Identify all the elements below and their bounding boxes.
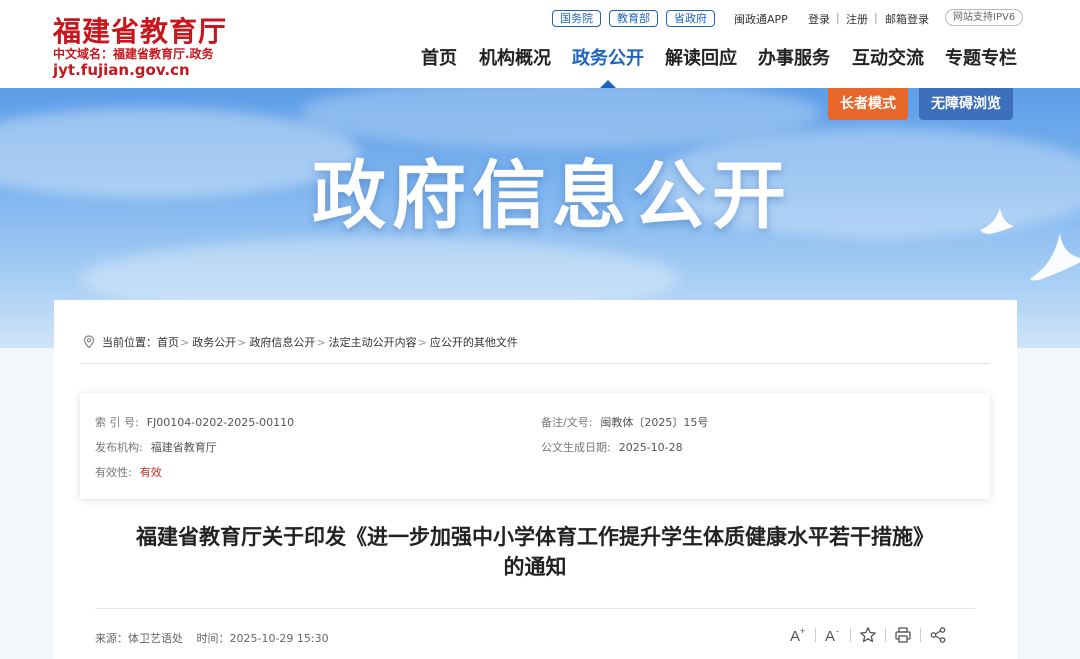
active-nav-caret xyxy=(600,80,616,88)
meta-index-label: 索 引 号: xyxy=(95,416,139,429)
svg-text:A: A xyxy=(825,628,835,644)
title-divider xyxy=(95,608,975,609)
toolbar-divider xyxy=(885,628,886,642)
ipv6-badge: 网站支持IPV6 xyxy=(945,9,1024,26)
article-title-line-1: 福建省教育厅关于印发《进一步加强中小学体育工作提升学生体质健康水平若干措施》 xyxy=(136,525,934,549)
elder-mode-button[interactable]: 长者模式 xyxy=(828,88,908,120)
meta-validity-value: 有效 xyxy=(139,466,162,479)
location-pin-icon xyxy=(83,335,95,349)
meta-doc-no-value: 闽教体〔2025〕15号 xyxy=(600,416,709,429)
cloud-decoration xyxy=(0,108,360,198)
app-link[interactable]: 闽政通APP xyxy=(734,11,788,27)
accessible-browse-button[interactable]: 无障碍浏览 xyxy=(919,88,1013,120)
gov-links: 国务院 教育部 省政府 xyxy=(552,10,715,27)
breadcrumb: 当前位置： 首页 > 政务公开 > 政府信息公开 > 法定主动公开内容 > 应公… xyxy=(82,334,518,350)
meta-doc-no: 备注/文号: 闽教体〔2025〕15号 xyxy=(541,414,708,430)
site-header: 福建省教育厅 中文域名：福建省教育厅.政务 jyt.fujian.gov.cn … xyxy=(0,0,1080,88)
dove-icon xyxy=(980,208,1014,234)
article-title-line-2: 的通知 xyxy=(503,555,567,579)
article-source-line: 来源：体卫艺语处 时间：2025-10-29 15:30 xyxy=(95,630,339,646)
font-increase-icon[interactable]: A + xyxy=(789,626,807,644)
svg-text:-: - xyxy=(836,626,839,636)
nav-item-interpretation[interactable]: 解读回应 xyxy=(665,44,737,70)
nav-item-interaction[interactable]: 互动交流 xyxy=(852,44,924,70)
breadcrumb-separator: > xyxy=(316,335,326,349)
banner-title: 政府信息公开 xyxy=(312,153,792,239)
article-time: 时间：2025-10-29 15:30 xyxy=(196,632,329,645)
article-title: 福建省教育厅关于印发《进一步加强中小学体育工作提升学生体质健康水平若干措施》 的… xyxy=(80,522,990,582)
breadcrumb-divider xyxy=(80,363,990,364)
print-icon[interactable] xyxy=(894,626,912,644)
breadcrumb-item-info-disclosure[interactable]: 政府信息公开 xyxy=(249,334,315,350)
breadcrumb-item-statutory-content[interactable]: 法定主动公开内容 xyxy=(329,334,417,350)
nav-item-gov-affairs[interactable]: 政务公开 xyxy=(572,44,644,70)
meta-publisher: 发布机构: 福建省教育厅 xyxy=(95,439,217,455)
gov-link-province[interactable]: 省政府 xyxy=(666,10,715,27)
meta-validity: 有效性: 有效 xyxy=(95,464,162,480)
register-link[interactable]: 注册 xyxy=(846,11,868,27)
toolbar-divider xyxy=(920,628,921,642)
document-meta-box: 索 引 号: FJ00104-0202-2025-00110 备注/文号: 闽教体〔… xyxy=(80,393,990,499)
meta-publisher-value: 福建省教育厅 xyxy=(150,441,217,454)
breadcrumb-item-home[interactable]: 首页 xyxy=(157,334,179,350)
breadcrumb-prefix: 当前位置： xyxy=(102,336,157,349)
meta-doc-no-label: 备注/文号: xyxy=(541,416,593,429)
nav-item-organization[interactable]: 机构概况 xyxy=(479,44,551,70)
util-divider: | xyxy=(836,11,840,24)
main-nav: 首页 机构概况 政务公开 解读回应 办事服务 互动交流 专题专栏 xyxy=(0,44,1080,74)
toolbar-divider xyxy=(815,628,816,642)
star-icon[interactable] xyxy=(859,626,877,644)
breadcrumb-item-other-files[interactable]: 应公开的其他文件 xyxy=(430,334,518,350)
article-toolbar: A + A- xyxy=(789,626,947,644)
font-decrease-icon[interactable]: A- xyxy=(824,626,842,644)
meta-publisher-label: 发布机构: xyxy=(95,441,143,454)
breadcrumb-item-gov-affairs[interactable]: 政务公开 xyxy=(192,334,236,350)
content-card: 当前位置： 首页 > 政务公开 > 政府信息公开 > 法定主动公开内容 > 应公… xyxy=(54,300,1017,659)
svg-text:+: + xyxy=(800,626,805,636)
toolbar-divider xyxy=(850,628,851,642)
util-divider: | xyxy=(874,11,878,24)
article-source: 来源：体卫艺语处 xyxy=(95,632,183,645)
dove-icon xyxy=(1030,233,1080,281)
svg-text:A: A xyxy=(790,628,800,644)
gov-link-ministry-education[interactable]: 教育部 xyxy=(609,10,658,27)
meta-index: 索 引 号: FJ00104-0202-2025-00110 xyxy=(95,414,294,430)
share-icon[interactable] xyxy=(929,626,947,644)
meta-validity-label: 有效性: xyxy=(95,466,132,479)
meta-date: 公文生成日期: 2025-10-28 xyxy=(541,439,683,455)
breadcrumb-separator: > xyxy=(180,335,190,349)
mail-login-link[interactable]: 邮箱登录 xyxy=(885,11,929,27)
gov-link-state-council[interactable]: 国务院 xyxy=(552,10,601,27)
nav-item-services[interactable]: 办事服务 xyxy=(758,44,830,70)
breadcrumb-separator: > xyxy=(417,335,427,349)
meta-index-value: FJ00104-0202-2025-00110 xyxy=(146,416,295,429)
nav-item-topics[interactable]: 专题专栏 xyxy=(945,44,1017,70)
meta-date-label: 公文生成日期: xyxy=(541,441,611,454)
breadcrumb-separator: > xyxy=(237,335,247,349)
nav-item-home[interactable]: 首页 xyxy=(421,44,457,70)
meta-date-value: 2025-10-28 xyxy=(618,441,683,454)
login-link[interactable]: 登录 xyxy=(808,11,830,27)
